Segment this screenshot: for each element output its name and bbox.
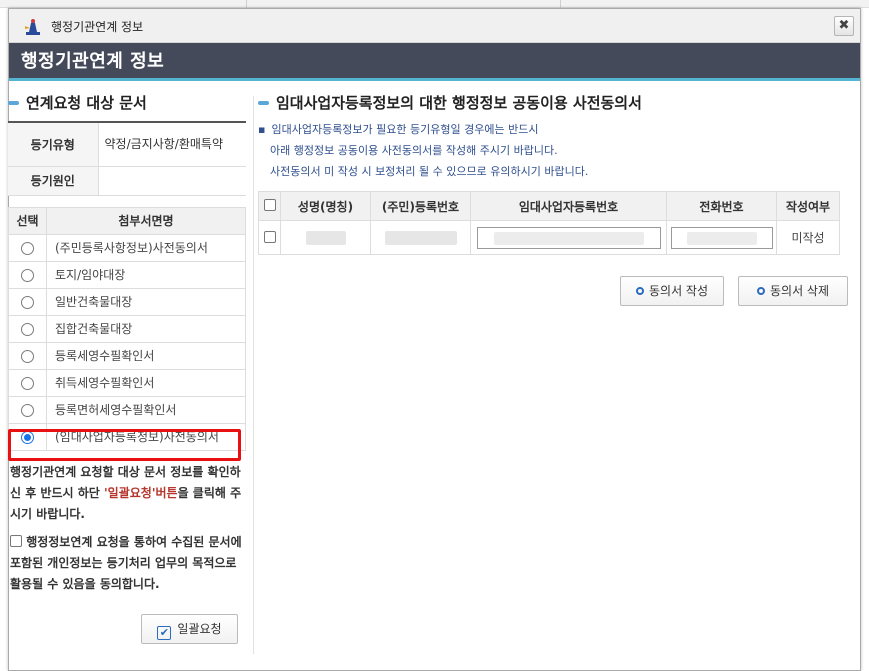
doc-row-selected[interactable]: (임대사업자등록정보)사전동의서 [8,422,246,451]
background-strip [0,0,869,8]
consent-checkbox[interactable] [10,535,22,547]
col-bizno-header: 임대사업자등록번호 [470,191,667,221]
page-title: 행정기관연계 정보 [21,51,165,72]
delete-consent-button[interactable]: 동의서 삭제 [738,276,848,306]
doc-radio[interactable] [21,322,34,336]
checkmark-icon: ✔ [157,626,172,640]
notice-button-ref: '일괄요청'버튼 [104,486,178,500]
title-bar: 행정기관연계 정보 ✖ [9,9,860,43]
doc-name: 등록면허세영수필확인서 [46,395,246,424]
consent-info: ▪ 임대사업자등록정보가 필요한 등기유형일 경우에는 반드시 아래 행정정보 공… [258,119,840,182]
left-panel: 연계요청 대상 문서 등기유형 약정/금지사항/환매특약 등기원인 선택 첨부서… [8,92,246,451]
doc-radio[interactable] [21,403,34,417]
doc-row[interactable]: 등록세영수필확인서 [8,341,246,370]
doc-name: 취득세영수필확인서 [46,368,246,397]
col-docname-header: 첨부서면명 [46,206,246,235]
doc-radio[interactable] [21,349,34,363]
right-panel: 임대사업자등록정보의 대한 행정정보 공동이용 사전동의서 ▪ 임대사업자등록정보… [258,92,848,306]
col-phone-header: 전화번호 [666,191,777,221]
registration-info-table: 등기유형 약정/금지사항/환매특약 등기원인 [8,121,246,196]
info-line: 아래 행정정보 공동이용 사전동의서를 작성해 주시기 바랍니다. [270,144,558,157]
doc-row[interactable]: 취득세영수필확인서 [8,368,246,397]
col-status-header: 작성여부 [776,191,840,221]
write-consent-button[interactable]: 동의서 작성 [620,276,724,306]
circle-icon [635,287,644,295]
doc-name: 등록세영수필확인서 [46,341,246,370]
doc-row[interactable]: 집합건축물대장 [8,314,246,343]
doc-row[interactable]: 등록면허세영수필확인서 [8,395,246,424]
bullet-icon: ▪ [258,123,266,136]
col-name-header: 성명(명칭) [280,191,371,221]
doc-name: (임대사업자등록정보)사전동의서 [46,422,246,451]
doc-name: 집합건축물대장 [46,314,246,343]
doc-name: 토지/임야대장 [46,260,246,289]
privacy-consent: 행정정보연계 요청을 통하여 수집된 문서에 포함된 개인정보는 등기처리 업무… [10,532,244,595]
doc-name: 일반건축물대장 [46,287,246,316]
registration-type-label: 등기유형 [8,122,99,167]
name-redacted [305,230,346,245]
page-header: 행정기관연계 정보 [9,43,860,81]
right-section-title: 임대사업자등록정보의 대한 행정정보 공동이용 사전동의서 [258,92,840,114]
row-checkbox[interactable] [263,230,276,243]
registration-cause-value [98,166,246,196]
col-id-header: (주민)등록번호 [370,191,471,221]
circle-icon [756,287,765,295]
col-check-header [258,191,281,221]
registration-type-value: 약정/금지사항/환매특약 [98,122,246,167]
info-line: 임대사업자등록정보가 필요한 등기유형일 경우에는 반드시 [271,123,539,136]
registration-cause-label: 등기원인 [8,166,99,196]
panel-divider [253,96,254,654]
consent-text: 행정정보연계 요청을 통하여 수집된 문서에 포함된 개인정보는 등기처리 업무… [10,535,242,591]
left-section-title: 연계요청 대상 문서 [8,92,246,114]
status-cell: 미작성 [776,220,840,255]
doc-radio[interactable] [21,295,34,309]
bulk-request-button[interactable]: ✔ 일괄요청 [141,614,238,644]
id-redacted [384,230,457,245]
doc-row[interactable]: 일반건축물대장 [8,287,246,316]
section-marker-icon [8,101,19,105]
select-all-checkbox[interactable] [263,199,276,211]
col-select-header: 선택 [8,206,47,235]
biz-number-input[interactable] [476,226,661,249]
doc-radio-selected[interactable] [21,430,34,444]
phone-input[interactable] [670,226,773,249]
window-title: 행정기관연계 정보 [51,20,144,34]
doc-radio[interactable] [21,268,34,282]
attachment-doc-table: 선택 첨부서면명 (주민등록사항정보)사전동의서 토지/임야대장 일반건축물대장… [8,206,246,451]
table-row: 미작성 [258,220,840,255]
section-marker-icon [258,101,269,105]
doc-radio[interactable] [21,241,34,255]
doc-radio[interactable] [21,376,34,390]
consent-table: 성명(명칭) (주민)등록번호 임대사업자등록번호 전화번호 작성여부 미작성 [258,191,840,255]
close-icon: ✖ [838,18,850,33]
doc-row[interactable]: (주민등록사항정보)사전동의서 [8,233,246,262]
court-logo-icon [25,19,40,35]
info-line: 사전동의서 미 작성 시 보정처리 될 수 있으므로 유의하시기 바랍니다. [270,165,589,178]
close-button[interactable]: ✖ [834,16,854,36]
doc-row[interactable]: 토지/임야대장 [8,260,246,289]
request-notice: 행정기관연계 요청할 대상 문서 정보를 확인하신 후 반드시 하단 '일괄요청… [10,465,242,521]
doc-name: (주민등록사항정보)사전동의서 [46,233,246,262]
